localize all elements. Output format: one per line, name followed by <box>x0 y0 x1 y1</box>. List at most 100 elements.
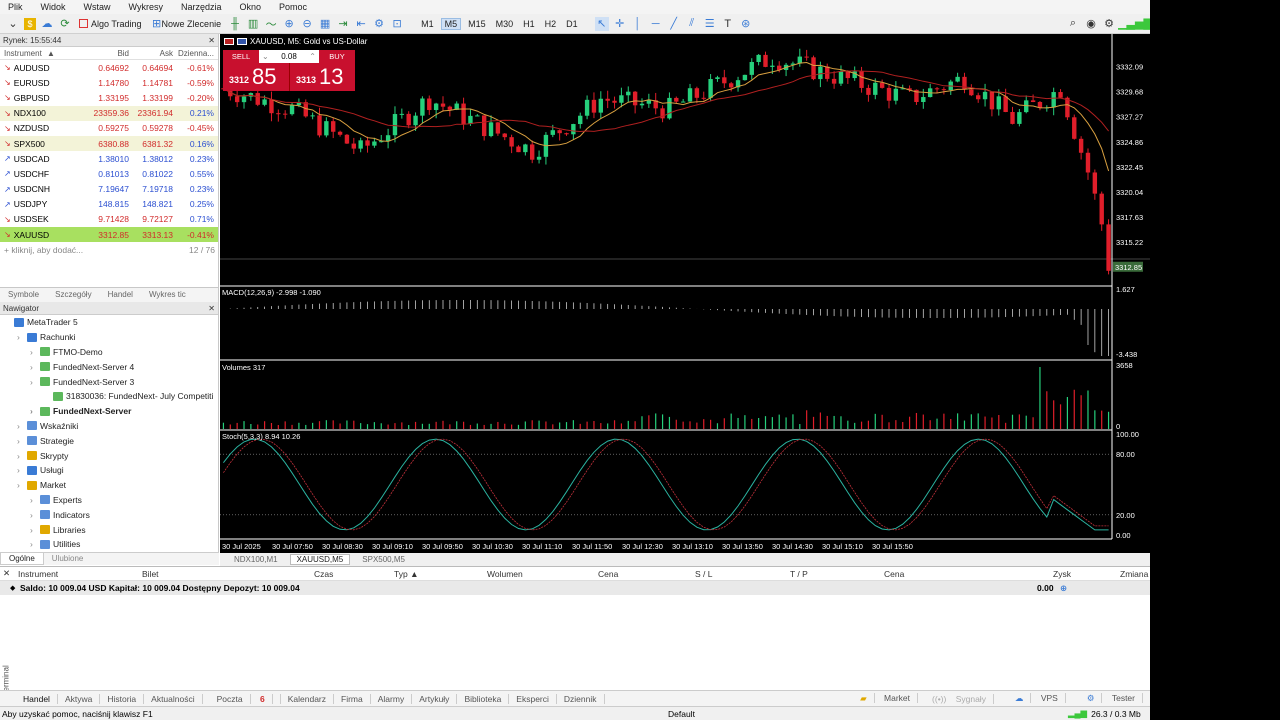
navigator-item[interactable]: › FundedNext-Server <box>0 404 218 419</box>
tab-trade[interactable]: Handel <box>16 693 58 704</box>
tf-h2[interactable]: H2 <box>542 19 560 29</box>
tree-expander-icon[interactable]: › <box>17 480 27 490</box>
col-instrument[interactable]: Instrument ▲ <box>0 49 86 58</box>
navigator-item[interactable]: › Utilities <box>0 537 218 552</box>
close-icon[interactable]: ✕ <box>208 304 215 313</box>
search-icon[interactable]: ⌕ <box>1066 17 1080 31</box>
chart-window[interactable]: 3332.09 3329.68 3327.27 3324.86 3322.45 3320.… <box>220 34 1150 553</box>
zoom-out-icon[interactable]: ⊖ <box>300 17 314 31</box>
new-order-button[interactable]: ⊞ Nowe Zlecenie <box>149 16 225 32</box>
signals-button[interactable]: ((•)) Sygnały <box>925 693 1001 704</box>
price-chart[interactable]: 3332.09 3329.68 3327.27 3324.86 3322.45 3320.… <box>220 34 1150 553</box>
add-symbol-row[interactable]: + kliknij, aby dodać... 12 / 76 <box>0 242 218 257</box>
tree-expander-icon[interactable]: › <box>17 421 27 431</box>
tf-h1[interactable]: H1 <box>520 19 538 29</box>
market-watch-row[interactable]: ↘ XAUUSD 3312.85 3313.13 -0.41% <box>0 227 218 243</box>
chart-tab-xauusd[interactable]: XAUUSD,M5 <box>289 554 351 565</box>
tab-general[interactable]: Ogólne <box>0 553 44 565</box>
buy-price[interactable]: 3313 13 <box>289 63 355 91</box>
tf-m15[interactable]: M15 <box>465 19 489 29</box>
tree-expander-icon[interactable]: › <box>30 377 40 387</box>
tree-expander-icon[interactable]: › <box>30 347 40 357</box>
col-current-price[interactable]: Cena <box>884 569 904 579</box>
settings-icon[interactable]: ⚙ <box>1102 17 1116 31</box>
market-watch-row[interactable]: ↘ EURUSD 1.14780 1.14781 -0.59% <box>0 75 218 90</box>
tab-mailbox[interactable]: Poczta 6 <box>203 693 281 704</box>
tree-expander-icon[interactable]: › <box>17 436 27 446</box>
navigator-item[interactable]: › Rachunki <box>0 330 218 345</box>
navigator-item[interactable]: › FTMO-Demo <box>0 345 218 360</box>
navigator-item[interactable]: › Libraries <box>0 522 218 537</box>
horizontal-line-icon[interactable]: ─ <box>649 17 663 31</box>
navigator-item[interactable]: › FundedNext-Server 4 <box>0 359 218 374</box>
buy-button[interactable]: BUY <box>319 50 355 63</box>
crosshair-icon[interactable]: ✛ <box>613 17 627 31</box>
market-watch-row[interactable]: ↘ GBPUSD 1.33195 1.33199 -0.20% <box>0 90 218 105</box>
col-sl[interactable]: S / L <box>695 569 712 579</box>
vps-button[interactable]: ☁ VPS <box>1001 693 1073 704</box>
market-watch-row[interactable]: ↘ SPX500 6380.88 6381.32 0.16% <box>0 135 218 152</box>
menu-file[interactable]: Plik <box>8 2 23 12</box>
line-chart-icon[interactable]: 〜 <box>264 17 278 31</box>
tree-expander-icon[interactable]: › <box>30 525 40 535</box>
menu-charts[interactable]: Wykresy <box>129 2 163 12</box>
tab-favorites[interactable]: Ulubione <box>44 553 92 565</box>
navigator-item[interactable]: 31830036: FundedNext- July Competiti <box>0 389 218 404</box>
sell-price[interactable]: 3312 85 <box>223 63 289 91</box>
navigator-item[interactable]: › FundedNext-Server 3 <box>0 374 218 389</box>
text-icon[interactable]: T <box>721 17 735 31</box>
tf-m1[interactable]: M1 <box>418 19 437 29</box>
tab-alerts[interactable]: Alarmy <box>371 693 413 704</box>
chart-shift-icon[interactable]: ⇤ <box>354 17 368 31</box>
tree-expander-icon[interactable]: › <box>30 406 40 416</box>
tab-details[interactable]: Szczegóły <box>47 288 99 302</box>
market-watch-row[interactable]: ↗ USDCNH 7.19647 7.19718 0.23% <box>0 182 218 197</box>
market-watch-row[interactable]: ↗ USDCAD 1.38010 1.38012 0.23% <box>0 151 218 166</box>
cursor-icon[interactable]: ↖ <box>594 16 609 31</box>
col-ask[interactable]: Ask <box>129 49 173 58</box>
tab-experts[interactable]: Eksperci <box>509 693 557 704</box>
col-instrument[interactable]: Instrument <box>18 569 58 579</box>
tf-m30[interactable]: M30 <box>493 19 517 29</box>
tab-news[interactable]: Aktualności <box>144 693 203 704</box>
add-column-icon[interactable]: ⊕ <box>1060 583 1067 594</box>
col-profit[interactable]: Zysk <box>1053 569 1071 579</box>
market-watch-row[interactable]: ↗ USDJPY 148.815 148.821 0.25% <box>0 197 218 212</box>
lot-input[interactable]: ⌄ 0.08 ⌃ <box>259 50 319 63</box>
sell-button[interactable]: SELL <box>223 50 259 63</box>
tab-calendar[interactable]: Kalendarz <box>281 693 335 704</box>
menu-tools[interactable]: Narzędzia <box>181 2 222 12</box>
channel-icon[interactable]: ⫽ <box>685 17 699 31</box>
fibonacci-icon[interactable]: ☰ <box>703 17 717 31</box>
tab-symbols[interactable]: Symbole <box>0 288 47 302</box>
navigator-item[interactable]: › Skrypty <box>0 448 218 463</box>
indicators-icon[interactable]: ⚙ <box>372 17 386 31</box>
tab-trading[interactable]: Handel <box>100 288 141 302</box>
zoom-in-icon[interactable]: ⊕ <box>282 17 296 31</box>
navigator-item[interactable]: › Usługi <box>0 463 218 478</box>
close-icon[interactable]: ✕ <box>3 568 10 579</box>
tab-library[interactable]: Biblioteka <box>457 693 510 704</box>
profiles-icon[interactable]: ☁ <box>40 17 54 31</box>
chart-tab-ndx100[interactable]: NDX100,M1 <box>228 555 284 564</box>
market-watch-row[interactable]: ↘ NZDUSD 0.59275 0.59278 -0.45% <box>0 121 218 136</box>
col-type[interactable]: Typ ▲ <box>394 569 418 579</box>
market-watch-row[interactable]: ↘ USDSEK 9.71428 9.72127 0.71% <box>0 212 218 227</box>
autoscroll-icon[interactable]: ⇥ <box>336 17 350 31</box>
menu-view[interactable]: Widok <box>41 2 66 12</box>
navigator-item[interactable]: › Market <box>0 478 218 493</box>
col-tp[interactable]: T / P <box>790 569 808 579</box>
navigator-item[interactable]: › Experts <box>0 493 218 508</box>
tile-windows-icon[interactable]: ▦ <box>318 17 332 31</box>
col-ticket[interactable]: Bilet <box>142 569 159 579</box>
tester-button[interactable]: ⚙ Tester <box>1073 693 1150 704</box>
tree-expander-icon[interactable]: › <box>30 495 40 505</box>
market-button[interactable]: ▰ Market <box>846 693 925 704</box>
templates-icon[interactable]: ⊡ <box>390 17 404 31</box>
navigator-item[interactable]: MetaTrader 5 <box>0 315 218 330</box>
tab-tick-chart[interactable]: Wykres tic <box>141 288 194 302</box>
market-watch-row[interactable]: ↘ AUDUSD 0.64692 0.64694 -0.61% <box>0 60 218 75</box>
close-icon[interactable]: ✕ <box>208 36 215 45</box>
chart-tab-spx500[interactable]: SPX500,M5 <box>356 555 411 564</box>
tf-d1[interactable]: D1 <box>563 19 581 29</box>
